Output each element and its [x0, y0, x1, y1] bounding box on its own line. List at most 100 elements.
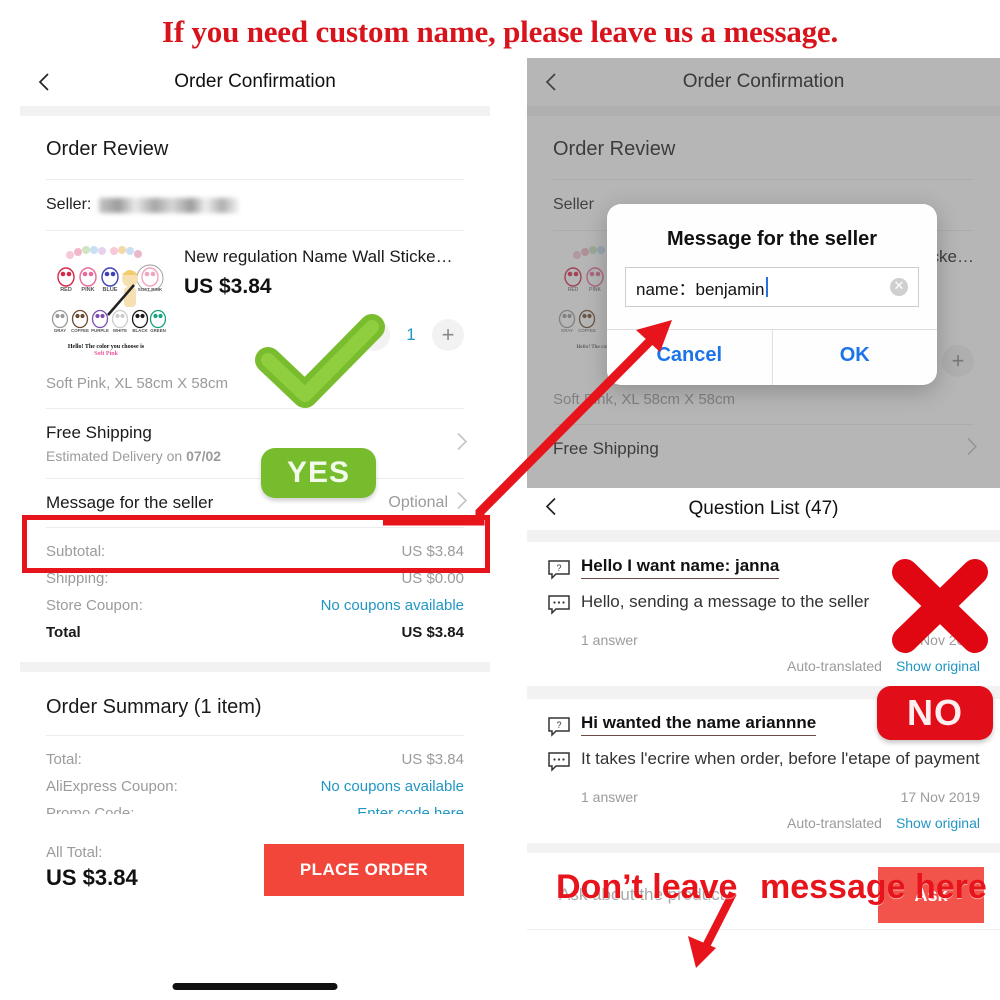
question-text: Hello I want name: janna	[581, 556, 780, 579]
total-label: Total	[46, 624, 81, 641]
dialog-actions: Cancel OK	[607, 329, 937, 385]
price-value: US $0.00	[401, 570, 464, 587]
summary-label: Total:	[46, 751, 82, 768]
translation-row: Auto-translated Show original	[547, 805, 980, 833]
text-caret	[765, 277, 768, 297]
question-item[interactable]: ? Hello I want name: janna Hello, sendin…	[527, 542, 1000, 686]
product-thumbnail[interactable]: RED PINK BLUE SOFT PINK GRAY COFFEE PURP…	[46, 241, 167, 361]
svg-text:BLUE: BLUE	[103, 287, 118, 293]
svg-text:?: ?	[556, 563, 561, 573]
home-indicator	[172, 983, 338, 990]
price-row[interactable]: Store Coupon: No coupons available	[46, 592, 464, 619]
right-page-title: Order Confirmation	[682, 71, 845, 92]
all-total-value: US $3.84	[46, 865, 138, 890]
seller-label: Seller:	[46, 196, 92, 213]
summary-row[interactable]: Promo Code: Enter code here	[46, 800, 464, 814]
svg-text:SOFT PINK: SOFT PINK	[138, 287, 163, 292]
promo-headline: If you need custom name, please leave us…	[161, 14, 839, 49]
question-bubble-icon: ?	[547, 716, 571, 742]
order-review-card: Order Review Seller: RED PINK BLUE SOFT …	[20, 116, 490, 662]
summary-row[interactable]: AliExpress Coupon: No coupons available	[46, 773, 464, 800]
svg-text:PINK: PINK	[589, 287, 601, 293]
product-price: US $3.84	[184, 275, 272, 298]
chevron-left-icon[interactable]	[541, 71, 563, 93]
chevron-left-icon[interactable]	[34, 71, 56, 93]
svg-text:RED: RED	[568, 287, 579, 293]
price-value: US $3.84	[401, 543, 464, 560]
chevron-left-icon[interactable]	[541, 496, 563, 523]
question-date: 17 Nov 2019	[900, 789, 980, 805]
delivery-date: 07/02	[186, 448, 222, 464]
answer-line: It takes l'ecrire when order, before l'e…	[547, 748, 980, 777]
question-bubble-icon: ?	[547, 559, 571, 585]
quantity-stepper[interactable]: − 1 +	[184, 319, 464, 351]
right-shipping-title: Free Shipping	[553, 439, 659, 458]
question-list-title: Question List (47)	[688, 498, 839, 519]
question-text: Hi wanted the name ariannne	[581, 713, 817, 736]
quantity-increase-button[interactable]: +	[432, 319, 464, 351]
price-row: Shipping: US $0.00	[46, 565, 464, 592]
svg-text:BLACK: BLACK	[132, 328, 148, 333]
show-original-link[interactable]: Show original	[896, 815, 980, 831]
right-phone-screen: Order Confirmation Order Review Seller R…	[527, 58, 1000, 1000]
message-input-value: name：benjamin	[636, 279, 765, 299]
delivery-prefix: Estimated Delivery on	[46, 448, 187, 464]
total-value: US $3.84	[401, 624, 464, 641]
aliexpress-coupon-link[interactable]: No coupons available	[321, 778, 464, 795]
summary-table: Total: US $3.84 AliExpress Coupon: No co…	[20, 736, 490, 830]
right-navbar: Order Confirmation	[527, 58, 1000, 106]
answer-bubble-icon	[547, 751, 571, 777]
answer-count: 1 answer	[581, 632, 638, 648]
promo-code-link[interactable]: Enter code here	[357, 805, 464, 814]
ask-question-bar: Ask about the product. Ask	[527, 853, 1000, 929]
section-gap	[20, 662, 490, 672]
section-gap	[527, 843, 1000, 853]
store-coupon-link[interactable]: No coupons available	[321, 597, 464, 614]
left-page-title: Order Confirmation	[174, 71, 336, 92]
section-gap	[20, 106, 490, 116]
section-gap	[527, 686, 1000, 699]
svg-text:COFFEE: COFFEE	[71, 328, 89, 333]
show-original-link[interactable]: Show original	[896, 658, 980, 674]
right-order-review-heading: Order Review	[553, 138, 676, 160]
right-shipping-row: Free Shipping	[527, 425, 1000, 473]
clear-circle-icon[interactable]: ✕	[890, 278, 908, 296]
dialog-ok-button[interactable]: OK	[773, 330, 938, 385]
svg-text:COFFEE: COFFEE	[578, 328, 596, 333]
message-seller-dialog[interactable]: Message for the seller name：benjamin ✕ C…	[607, 204, 937, 385]
summary-label: Promo Code:	[46, 805, 135, 814]
message-for-seller-row[interactable]: Message for the seller Optional	[20, 479, 490, 527]
message-input[interactable]: name：benjamin ✕	[625, 267, 919, 307]
bottom-edge	[527, 929, 1000, 935]
answer-count: 1 answer	[581, 789, 638, 805]
question-date: 17 Nov 2019	[900, 632, 980, 648]
summary-row: Total: US $3.84	[46, 746, 464, 773]
all-total-label: All Total:	[46, 844, 103, 861]
ask-input[interactable]: Ask about the product.	[543, 867, 878, 923]
price-row-total: Total US $3.84	[46, 619, 464, 646]
question-list-screen: Question List (47) ? Hello I want name: …	[527, 488, 1000, 935]
question-item[interactable]: ? Hi wanted the name ariannne It takes l…	[527, 699, 1000, 843]
ask-button[interactable]: Ask	[878, 867, 984, 923]
svg-text:GRAY: GRAY	[54, 328, 66, 333]
product-row[interactable]: RED PINK BLUE SOFT PINK GRAY COFFEE PURP…	[20, 231, 490, 361]
order-review-heading: Order Review	[46, 138, 169, 160]
order-summary-card: Order Summary (1 item) Total: US $3.84 A…	[20, 672, 490, 896]
dialog-cancel-button[interactable]: Cancel	[607, 330, 773, 385]
dialog-title: Message for the seller	[666, 228, 878, 250]
auto-translated-label: Auto-translated	[786, 658, 882, 674]
shipping-title: Free Shipping	[46, 423, 152, 442]
shipping-row[interactable]: Free Shipping Estimated Delivery on 07/0…	[20, 409, 490, 478]
quantity-decrease-button[interactable]: −	[358, 319, 390, 351]
auto-translated-label: Auto-translated	[786, 815, 882, 831]
chevron-right-icon	[456, 491, 468, 516]
left-navbar: Order Confirmation	[20, 58, 490, 106]
svg-text:PINK: PINK	[81, 287, 94, 293]
shipping-subtitle: Estimated Delivery on 07/02	[46, 448, 221, 464]
checkout-bar: All Total: US $3.84 PLACE ORDER	[20, 830, 490, 896]
summary-label: AliExpress Coupon:	[46, 778, 178, 795]
place-order-button[interactable]: PLACE ORDER	[264, 844, 464, 896]
seller-name-blurred	[99, 197, 240, 213]
product-info: New regulation Name Wall Sticke… US $3.8…	[166, 241, 464, 361]
chevron-right-icon	[456, 431, 468, 456]
